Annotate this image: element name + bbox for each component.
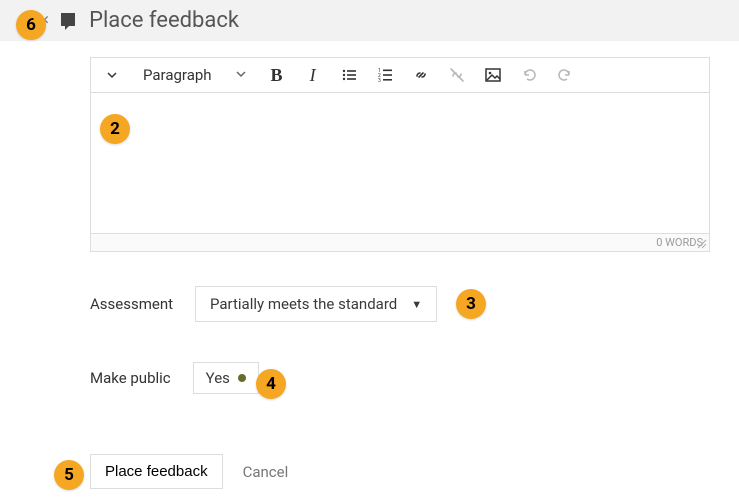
svg-text:3: 3: [378, 78, 381, 83]
link-button[interactable]: [410, 64, 432, 86]
numbered-list-button[interactable]: 123: [374, 64, 396, 86]
dialog-header: × Place feedback: [0, 0, 739, 41]
bold-button[interactable]: B: [266, 64, 288, 86]
undo-button[interactable]: [518, 64, 540, 86]
annotation-badge-2: 2: [100, 114, 130, 144]
italic-button[interactable]: I: [302, 64, 324, 86]
editor-statusbar: 0 WORDS: [91, 233, 709, 251]
resize-handle-icon[interactable]: [695, 237, 707, 249]
editor-toolbar: Paragraph B I 123: [91, 58, 709, 93]
image-button[interactable]: [482, 64, 504, 86]
editor-textarea[interactable]: [91, 93, 709, 233]
status-dot-icon: [238, 374, 246, 382]
chevron-down-icon: [236, 68, 246, 82]
make-public-value: Yes: [206, 369, 230, 387]
unlink-button[interactable]: [446, 64, 468, 86]
form-actions: Place feedback Cancel: [90, 454, 739, 489]
make-public-label: Make public: [90, 369, 171, 387]
rich-text-editor: Paragraph B I 123 0 WORDS: [90, 57, 710, 252]
annotation-badge-5: 5: [54, 460, 84, 490]
toolbar-expand-icon[interactable]: [101, 64, 123, 86]
make-public-toggle[interactable]: Yes: [193, 362, 259, 394]
feedback-icon: [59, 11, 79, 31]
paragraph-style-label: Paragraph: [143, 66, 212, 84]
assessment-row: Assessment Partially meets the standard …: [90, 286, 739, 322]
cancel-button[interactable]: Cancel: [243, 463, 289, 481]
redo-button[interactable]: [554, 64, 576, 86]
assessment-value: Partially meets the standard: [210, 295, 397, 313]
dialog-title: Place feedback: [89, 8, 239, 33]
submit-button[interactable]: Place feedback: [90, 454, 223, 489]
annotation-badge-6: 6: [16, 10, 46, 40]
bullet-list-button[interactable]: [338, 64, 360, 86]
assessment-label: Assessment: [90, 295, 173, 313]
make-public-row: Make public Yes: [90, 362, 739, 394]
paragraph-style-select[interactable]: Paragraph: [137, 66, 252, 84]
annotation-badge-4: 4: [256, 369, 286, 399]
annotation-badge-3: 3: [456, 289, 486, 319]
caret-down-icon: ▼: [411, 298, 422, 311]
assessment-select[interactable]: Partially meets the standard ▼: [195, 286, 437, 322]
